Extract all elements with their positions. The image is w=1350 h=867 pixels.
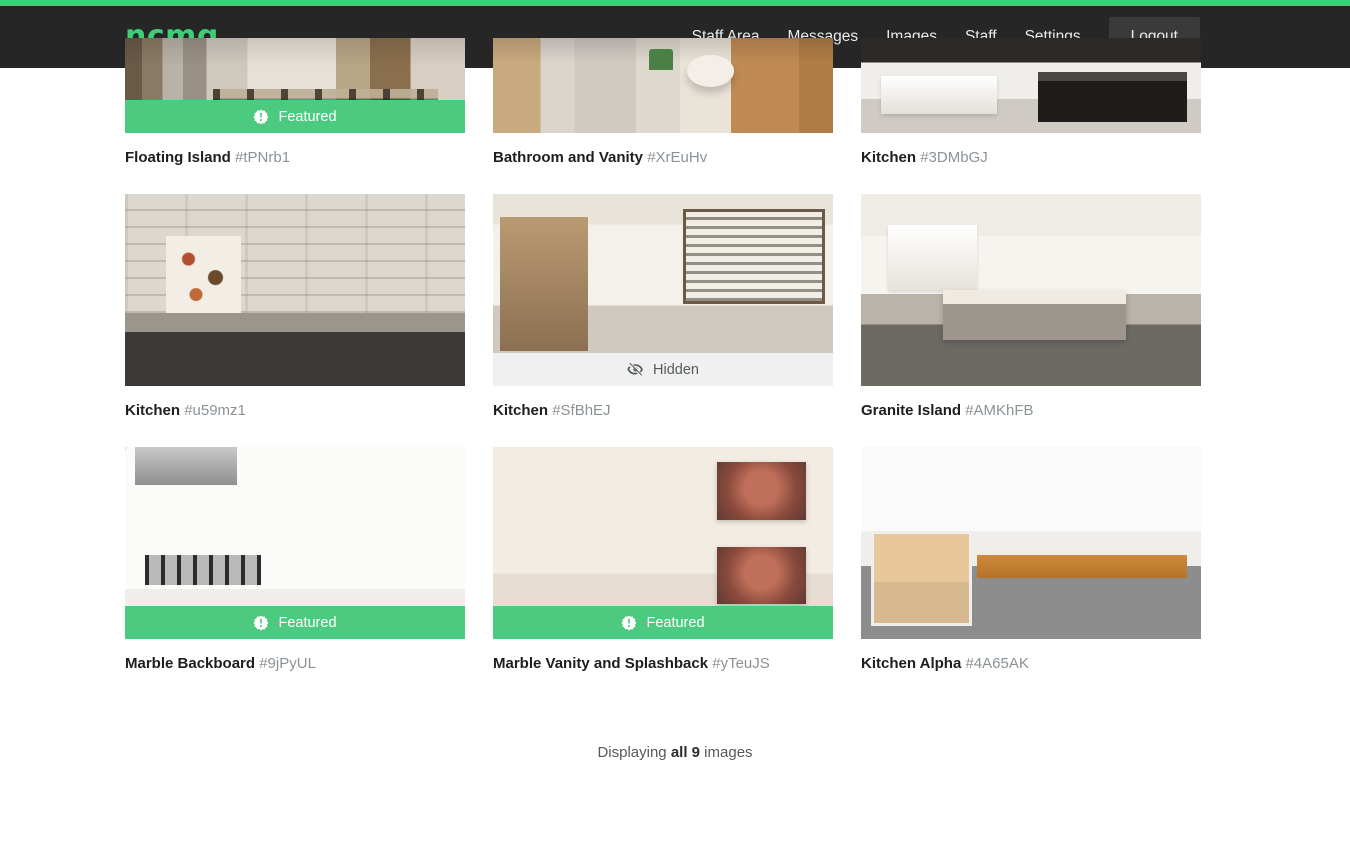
image-title: Marble Backboard (125, 655, 256, 672)
image-card[interactable]: Featured Floating Island #tPNrb1 (125, 38, 465, 166)
gallery-grid: Featured Floating Island #tPNrb1 Bathroom … (125, 38, 1225, 700)
image-card[interactable]: Bathroom and Vanity #XrEuHv (493, 38, 833, 166)
image-title: Bathroom and Vanity (493, 149, 644, 166)
featured-badge: Featured (493, 606, 833, 639)
image-title: Kitchen Alpha (861, 655, 962, 672)
image-card[interactable]: Hidden Kitchen #SfBhEJ (493, 194, 833, 419)
image-thumbnail[interactable]: Featured (125, 38, 465, 133)
image-caption: Marble Backboard #9jPyUL (125, 655, 465, 672)
image-thumbnail[interactable]: Featured (493, 447, 833, 639)
certificate-exclamation-icon (253, 109, 269, 125)
image-card[interactable]: Featured Marble Backboard #9jPyUL (125, 447, 465, 672)
image-hash-id: #9jPyUL (259, 655, 316, 672)
image-hash-id: #AMKhFB (965, 402, 1034, 419)
status-suffix: images (700, 744, 753, 761)
image-title: Kitchen (493, 402, 549, 419)
photo-art (861, 447, 1201, 639)
image-thumbnail[interactable]: Featured (125, 447, 465, 639)
status-prefix: Displaying (597, 744, 671, 761)
image-thumbnail[interactable] (493, 38, 833, 133)
featured-badge-label: Featured (646, 614, 705, 631)
gallery: Featured Floating Island #tPNrb1 Bathroom … (0, 38, 1350, 761)
image-thumbnail[interactable]: Hidden (493, 194, 833, 386)
image-card[interactable]: Kitchen #u59mz1 (125, 194, 465, 419)
image-hash-id: #XrEuHv (647, 149, 708, 166)
photo-art (125, 194, 465, 386)
featured-badge-label: Featured (278, 108, 337, 125)
image-caption: Bathroom and Vanity #XrEuHv (493, 149, 833, 166)
photo-art (861, 38, 1201, 133)
gallery-status-text: Displaying all 9 images (125, 744, 1225, 761)
hidden-badge-label: Hidden (653, 361, 699, 378)
certificate-exclamation-icon (253, 615, 269, 631)
image-thumbnail[interactable] (861, 38, 1201, 133)
featured-badge-label: Featured (278, 614, 337, 631)
image-card[interactable]: Granite Island #AMKhFB (861, 194, 1201, 419)
image-title: Floating Island (125, 149, 231, 166)
image-title: Kitchen (861, 149, 917, 166)
image-title: Kitchen (125, 402, 181, 419)
image-caption: Marble Vanity and Splashback #yTeuJS (493, 655, 833, 672)
image-caption: Kitchen Alpha #4A65AK (861, 655, 1201, 672)
image-hash-id: #3DMbGJ (920, 149, 988, 166)
image-hash-id: #yTeuJS (712, 655, 770, 672)
image-caption: Floating Island #tPNrb1 (125, 149, 465, 166)
image-caption: Kitchen #SfBhEJ (493, 402, 833, 419)
image-hash-id: #tPNrb1 (235, 149, 291, 166)
featured-badge: Featured (125, 606, 465, 639)
image-caption: Granite Island #AMKhFB (861, 402, 1201, 419)
photo-art (493, 38, 833, 133)
image-caption: Kitchen #u59mz1 (125, 402, 465, 419)
image-thumbnail[interactable] (861, 447, 1201, 639)
featured-badge: Featured (125, 100, 465, 133)
status-count: all 9 (670, 744, 701, 761)
image-thumbnail[interactable] (125, 194, 465, 386)
image-hash-id: #SfBhEJ (552, 402, 611, 419)
image-card[interactable]: Featured Marble Vanity and Splashback #yT… (493, 447, 833, 672)
eye-slash-icon (627, 361, 644, 378)
image-card[interactable]: Kitchen Alpha #4A65AK (861, 447, 1201, 672)
image-caption: Kitchen #3DMbGJ (861, 149, 1201, 166)
photo-art (861, 194, 1201, 386)
image-hash-id: #4A65AK (965, 655, 1029, 672)
image-card[interactable]: Kitchen #3DMbGJ (861, 38, 1201, 166)
image-title: Granite Island (861, 402, 962, 419)
hidden-badge: Hidden (493, 353, 833, 386)
certificate-exclamation-icon (621, 615, 637, 631)
image-hash-id: #u59mz1 (184, 402, 246, 419)
image-title: Marble Vanity and Splashback (493, 655, 709, 672)
image-thumbnail[interactable] (861, 194, 1201, 386)
